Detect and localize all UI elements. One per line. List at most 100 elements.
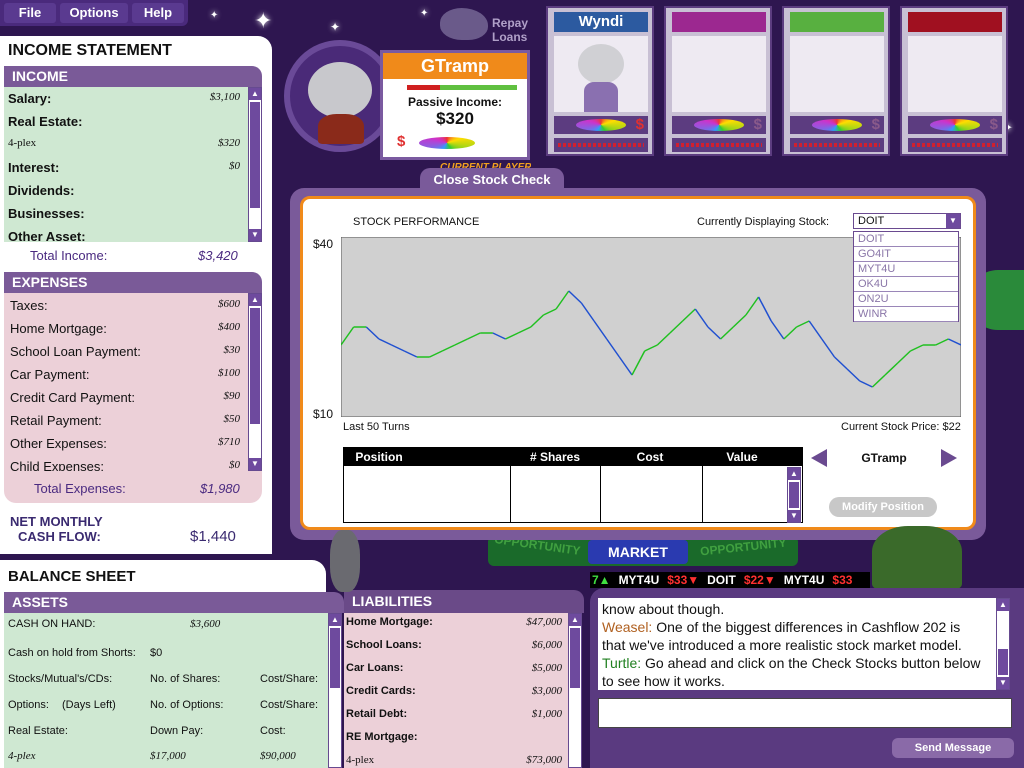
scroll-down-icon[interactable]: ▼ xyxy=(249,229,261,241)
ticker-item: MYT4U xyxy=(618,573,660,587)
total-income-value: $3,420 xyxy=(198,248,238,263)
player-wheel: $ xyxy=(554,116,648,134)
last-turns-label: Last 50 Turns xyxy=(343,421,410,433)
stock-option-myt4u[interactable]: MYT4U xyxy=(854,262,958,277)
menu-file[interactable]: File xyxy=(4,3,56,23)
liabilities-header: LIABILITIES xyxy=(344,590,584,613)
col-divider xyxy=(510,466,511,522)
next-player-icon[interactable] xyxy=(941,449,957,467)
net-cashflow-label-2: CASH FLOW: xyxy=(18,529,101,544)
scroll-up-icon[interactable]: ▲ xyxy=(788,468,800,480)
modify-position-button[interactable]: Modify Position xyxy=(829,497,937,517)
menu-options[interactable]: Options xyxy=(60,3,128,23)
scroll-down-icon[interactable]: ▼ xyxy=(997,677,1009,689)
stock-option-winr[interactable]: WINR xyxy=(854,307,958,322)
real-estate-label: Real Estate: xyxy=(8,725,68,737)
liability-row: School Loans: $6,000 xyxy=(346,639,562,651)
income-scrollbar[interactable]: ▲ ▼ xyxy=(248,87,262,242)
current-player-name: GTramp xyxy=(383,53,527,79)
star-icon: ✦ xyxy=(254,8,273,33)
player-card-1[interactable]: Wyndi $ xyxy=(546,6,654,156)
wheel-icon xyxy=(419,137,475,149)
player-name xyxy=(790,12,884,32)
player-progress xyxy=(554,138,648,152)
stock-ticker: 7▲ MYT4U $33▼ DOIT $22▼ MYT4U $33 xyxy=(590,572,870,588)
stock-performance-title: STOCK PERFORMANCE xyxy=(353,216,480,228)
income-statement-title: INCOME STATEMENT xyxy=(8,42,172,59)
scroll-thumb[interactable] xyxy=(250,308,260,424)
star-icon: ✦ xyxy=(330,20,341,34)
send-message-button[interactable]: Send Message xyxy=(892,738,1014,758)
positions-scrollbar[interactable]: ▲ ▼ xyxy=(787,467,801,523)
total-expenses-bar: Total Expenses: $1,980 xyxy=(4,471,262,503)
expense-row: Credit Card Payment: $90 xyxy=(10,390,240,405)
expense-row: Other Expenses: $710 xyxy=(10,436,240,451)
star-icon: ✦ xyxy=(210,10,219,21)
liabilities-scrollbar[interactable]: ▲ xyxy=(568,613,582,768)
ticker-item: DOIT xyxy=(707,573,736,587)
repay-loans-button[interactable]: Repay Loans xyxy=(436,4,536,44)
y-max-label: $40 xyxy=(313,237,334,251)
turtle-character-icon xyxy=(872,526,962,590)
creature-character-icon xyxy=(330,530,360,592)
assets-scrollbar[interactable]: ▲ xyxy=(328,613,342,768)
scroll-up-icon[interactable]: ▲ xyxy=(249,294,261,306)
income-row: Interest: $0 xyxy=(8,160,240,175)
stock-option-on2u[interactable]: ON2U xyxy=(854,292,958,307)
chevron-down-icon[interactable]: ▼ xyxy=(946,214,960,228)
pilot-body-icon xyxy=(584,82,618,112)
stock-select[interactable]: DOIT ▼ xyxy=(853,213,961,229)
scroll-up-icon[interactable]: ▲ xyxy=(249,88,261,100)
player-wheel: $ xyxy=(908,116,1002,134)
scroll-down-icon[interactable]: ▼ xyxy=(249,458,261,470)
player-portrait xyxy=(790,36,884,112)
chat-speaker: Weasel: xyxy=(602,619,653,635)
player-wheel: $ xyxy=(672,116,766,134)
prev-player-icon[interactable] xyxy=(811,449,827,467)
wheel-icon xyxy=(812,119,862,131)
ticker-item: $33 xyxy=(832,573,853,587)
player-name: Wyndi xyxy=(554,12,648,32)
chat-input[interactable] xyxy=(598,698,1012,728)
stocks-shares-col: No. of Shares: xyxy=(150,673,221,685)
board-market[interactable]: MARKET xyxy=(588,540,688,564)
stock-option-doit[interactable]: DOIT xyxy=(854,232,958,247)
chat-speaker: Turtle: xyxy=(602,655,642,671)
dollar-icon: $ xyxy=(871,116,880,133)
scroll-thumb[interactable] xyxy=(250,102,260,208)
player-card-4[interactable]: $ xyxy=(900,6,1008,156)
options-days: (Days Left) xyxy=(62,699,116,711)
liability-row: RE Mortgage: xyxy=(346,731,418,743)
net-cashflow-value: $1,440 xyxy=(190,528,236,545)
liability-row: Car Loans: $5,000 xyxy=(346,662,562,674)
expenses-header: EXPENSES xyxy=(4,272,262,293)
balance-sheet-title: BALANCE SHEET xyxy=(8,568,136,585)
chat-line: Weasel: One of the biggest differences i… xyxy=(602,619,961,635)
chat-scrollbar[interactable]: ▲ ▼ xyxy=(996,598,1010,690)
ticker-item: $33▼ xyxy=(667,573,700,587)
scroll-up-icon[interactable]: ▲ xyxy=(569,614,581,626)
player-card-3[interactable]: $ xyxy=(782,6,890,156)
player-progress xyxy=(908,138,1002,152)
scroll-thumb[interactable] xyxy=(330,628,340,688)
assets-header: ASSETS xyxy=(4,592,344,613)
scroll-up-icon[interactable]: ▲ xyxy=(329,614,341,626)
menu-help[interactable]: Help xyxy=(132,3,184,23)
player-card-2[interactable]: $ xyxy=(664,6,772,156)
player-portrait xyxy=(554,36,648,112)
scroll-thumb[interactable] xyxy=(998,649,1008,675)
current-price-label: Current Stock Price: $22 xyxy=(841,421,961,433)
cash-on-hand-label: CASH ON HAND: xyxy=(8,618,96,630)
stock-option-ok4u[interactable]: OK4U xyxy=(854,277,958,292)
stock-option-go4it[interactable]: GO4IT xyxy=(854,247,958,262)
scroll-thumb[interactable] xyxy=(789,482,799,508)
wheel-icon xyxy=(930,119,980,131)
total-expenses-value: $1,980 xyxy=(200,481,240,496)
scroll-thumb[interactable] xyxy=(570,628,580,688)
col-position: Position xyxy=(355,450,403,464)
expenses-scrollbar[interactable]: ▲ ▼ xyxy=(248,293,262,471)
options-count-col: No. of Options: xyxy=(150,699,224,711)
scroll-down-icon[interactable]: ▼ xyxy=(788,510,800,522)
player-progress xyxy=(672,138,766,152)
scroll-up-icon[interactable]: ▲ xyxy=(997,599,1009,611)
